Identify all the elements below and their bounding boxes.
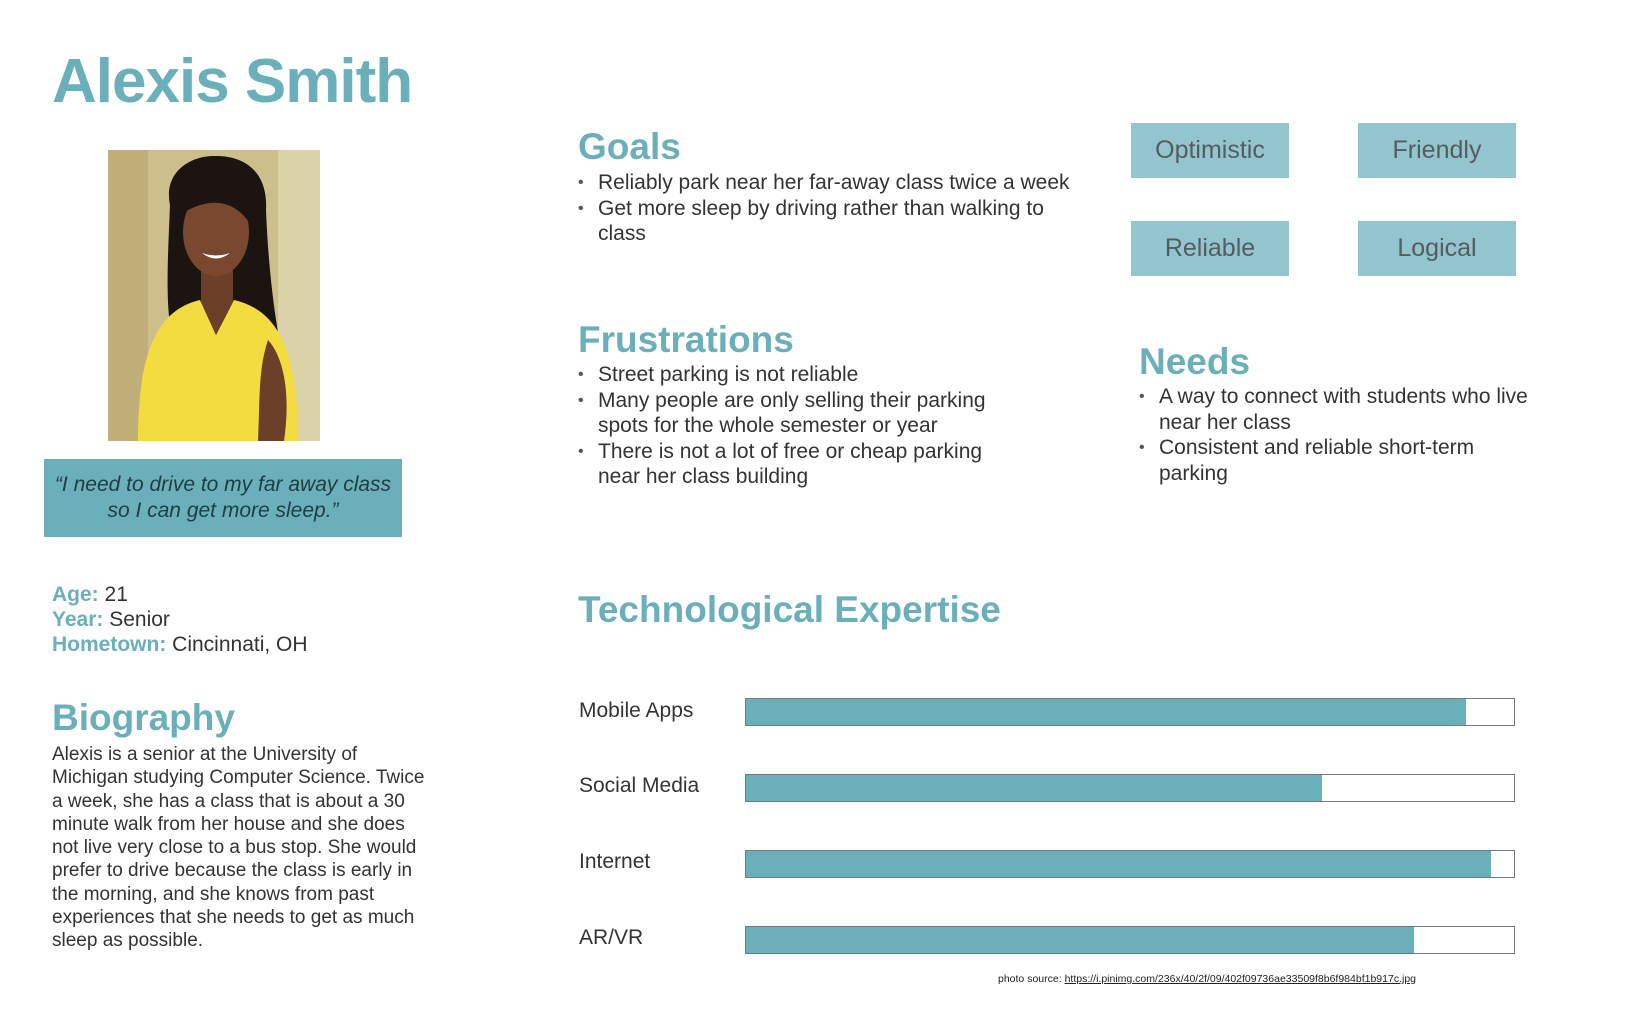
goal-item: Reliably park near her far-away class tw… <box>578 170 1088 196</box>
portrait-illustration <box>108 150 320 441</box>
skill-bar-mobile-apps <box>745 698 1515 726</box>
attribute-age: Age: 21 <box>52 582 128 608</box>
skill-bar-fill <box>746 927 1415 953</box>
quote-box: “I need to drive to my far away class so… <box>44 459 402 537</box>
goals-title: Goals <box>578 126 681 167</box>
goals-list: Reliably park near her far-away class tw… <box>578 170 1088 247</box>
photo-source: photo source: https://i.pinimg.com/236x/… <box>998 973 1416 985</box>
skill-bar-fill <box>746 699 1466 725</box>
trait-badge: Optimistic <box>1131 123 1289 178</box>
skill-bar-internet <box>745 850 1515 878</box>
trait-badge: Friendly <box>1358 123 1516 178</box>
frustrations-title: Frustrations <box>578 319 794 360</box>
frustration-item: Many people are only selling their parki… <box>578 388 1008 439</box>
attribute-label: Hometown: <box>52 633 167 656</box>
persona-name: Alexis Smith <box>52 47 413 116</box>
skill-label-internet: Internet <box>579 850 651 873</box>
attribute-value: Cincinnati, OH <box>172 633 308 656</box>
photo-source-link[interactable]: https://i.pinimg.com/236x/40/2f/09/402f0… <box>1065 973 1416 985</box>
needs-list: A way to connect with students who live … <box>1139 384 1539 486</box>
skill-bar-social-media <box>745 774 1515 802</box>
goal-item: Get more sleep by driving rather than wa… <box>578 196 1088 247</box>
trait-badge: Reliable <box>1131 221 1289 276</box>
frustration-item: There is not a lot of free or cheap park… <box>578 439 1008 490</box>
frustrations-list: Street parking is not reliable Many peop… <box>578 362 1008 490</box>
persona-quote: “I need to drive to my far away class so… <box>54 473 392 522</box>
tech-expertise-title: Technological Expertise <box>578 589 1001 630</box>
skill-label-ar-vr: AR/VR <box>579 926 644 949</box>
attribute-year: Year: Senior <box>52 607 170 633</box>
photo-source-label: photo source: <box>998 973 1062 985</box>
attribute-hometown: Hometown: Cincinnati, OH <box>52 632 308 658</box>
attribute-value: Senior <box>109 608 170 631</box>
skill-bar-ar-vr <box>745 926 1515 954</box>
need-item: Consistent and reliable short-term parki… <box>1139 435 1539 486</box>
frustration-item: Street parking is not reliable <box>578 362 1008 388</box>
skill-bar-fill <box>746 851 1491 877</box>
persona-photo <box>108 150 320 441</box>
trait-badge: Logical <box>1358 221 1516 276</box>
attribute-value: 21 <box>104 583 128 606</box>
skill-bar-fill <box>746 775 1322 801</box>
biography-title: Biography <box>52 697 235 738</box>
attribute-label: Age: <box>52 583 99 606</box>
skill-label-mobile-apps: Mobile Apps <box>579 699 694 722</box>
attribute-label: Year: <box>52 608 104 631</box>
needs-title: Needs <box>1139 341 1251 382</box>
need-item: A way to connect with students who live … <box>1139 384 1539 435</box>
biography-text: Alexis is a senior at the University of … <box>52 744 425 952</box>
skill-label-social-media: Social Media <box>579 774 700 797</box>
